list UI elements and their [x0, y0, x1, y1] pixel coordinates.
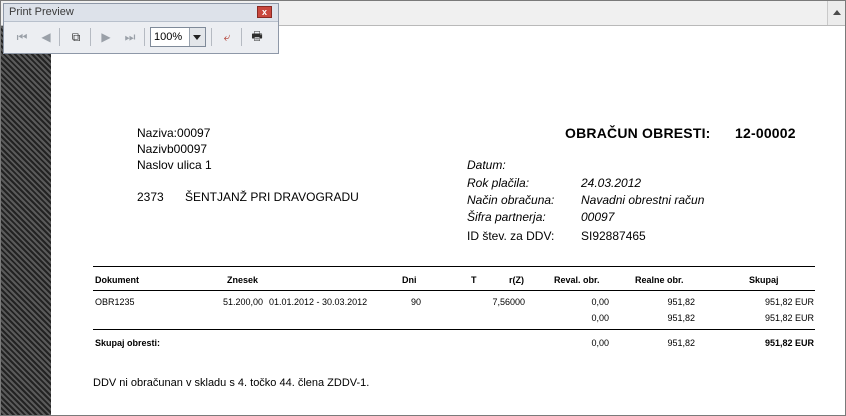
meta-value-partner-code: 00097	[581, 210, 615, 224]
print-preview-window: Naziva:00097 Nazivb00097 Naslov ulica 1 …	[0, 0, 846, 416]
toolbar-separator	[241, 28, 242, 46]
meta-value-vat-id: SI92887465	[581, 229, 646, 243]
exit-preview-icon[interactable]: ⤶	[217, 27, 237, 47]
col-header-t: T	[471, 275, 477, 285]
recipient-name-b: Nazivb00097	[137, 142, 208, 156]
meta-value-due-date: 24.03.2012	[581, 176, 642, 190]
table-row-period: 01.01.2012 - 30.03.2012	[269, 297, 368, 307]
table-row-reval: 0,00	[591, 313, 609, 323]
zoom-select[interactable]: 100%	[150, 27, 206, 47]
col-header-days: Dni	[402, 275, 417, 285]
multiple-pages-icon[interactable]: ⧉	[66, 27, 86, 47]
print-preview-toolbar: Print Preview x ⏮ ◀ ⧉ ▶ ⏭ 100% ⤶ 🖶	[3, 3, 279, 54]
document-page: Naziva:00097 Nazivb00097 Naslov ulica 1 …	[51, 26, 845, 415]
table-row-total: 951,82 EUR	[764, 297, 814, 307]
total-sum: 951,82 EUR	[764, 338, 814, 348]
recipient-postal-code: 2373	[137, 190, 164, 204]
table-row-reval: 0,00	[591, 297, 609, 307]
recipient-name-a: Naziva:00097	[137, 126, 211, 140]
page-margin-hatch	[1, 26, 51, 415]
table-row-document: OBR1235	[95, 297, 135, 307]
table-row-amount: 51.200,00	[222, 297, 263, 307]
meta-value-calc-method: Navadni obrestni račun	[581, 193, 705, 207]
toolbar-separator	[59, 28, 60, 46]
document-title: OBRAČUN OBRESTI:	[565, 125, 711, 141]
col-header-rz: r(Z)	[509, 275, 524, 285]
total-real: 951,82	[667, 338, 695, 348]
toolbar-title-bar[interactable]: Print Preview x	[4, 4, 278, 22]
first-page-icon[interactable]: ⏮	[12, 27, 32, 47]
meta-label-calc-method: Način obračuna:	[467, 193, 555, 207]
printer-icon[interactable]: 🖶	[247, 27, 267, 47]
previous-page-icon[interactable]: ◀	[36, 27, 56, 47]
toolbar-body: ⏮ ◀ ⧉ ▶ ⏭ 100% ⤶ 🖶	[4, 22, 278, 53]
table-header-rule	[93, 290, 815, 291]
table-row-rz: 7,56000	[492, 297, 525, 307]
recipient-city: ŠENTJANŽ PRI DRAVOGRADU	[185, 190, 359, 204]
table-row-real: 951,82	[667, 297, 695, 307]
meta-label-vat-id: ID štev. za DDV:	[467, 229, 555, 243]
last-page-icon[interactable]: ⏭	[120, 27, 140, 47]
toolbar-title: Print Preview	[9, 6, 74, 18]
table-row-total: 951,82 EUR	[764, 313, 814, 323]
zoom-value: 100%	[154, 31, 183, 43]
meta-label-due-date: Rok plačila:	[467, 176, 530, 190]
scroll-up-arrow-icon[interactable]	[827, 1, 845, 25]
toolbar-separator	[211, 28, 212, 46]
vat-note: DDV ni obračunan v skladu s 4. točko 44.…	[93, 377, 370, 389]
table-total-rule	[93, 329, 815, 330]
table-row-real: 951,82	[667, 313, 695, 323]
document-number: 12-00002	[735, 125, 796, 141]
meta-label-partner-code: Šifra partnerja:	[467, 210, 546, 224]
next-page-icon[interactable]: ▶	[96, 27, 116, 47]
col-header-real: Realne obr.	[635, 275, 684, 285]
total-reval: 0,00	[591, 338, 609, 348]
col-header-amount: Znesek	[227, 275, 259, 285]
meta-label-date: Datum:	[467, 158, 506, 172]
chevron-down-icon[interactable]	[189, 28, 205, 46]
col-header-document: Dokument	[95, 275, 140, 285]
close-icon[interactable]: x	[257, 6, 272, 18]
col-header-reval: Reval. obr.	[554, 275, 600, 285]
table-row-days: 90	[410, 297, 421, 307]
total-label: Skupaj obresti:	[95, 338, 161, 348]
recipient-street: Naslov ulica 1	[137, 158, 212, 172]
toolbar-separator	[144, 28, 145, 46]
table-top-rule	[93, 266, 815, 267]
col-header-total: Skupaj	[749, 275, 779, 285]
toolbar-separator	[90, 28, 91, 46]
